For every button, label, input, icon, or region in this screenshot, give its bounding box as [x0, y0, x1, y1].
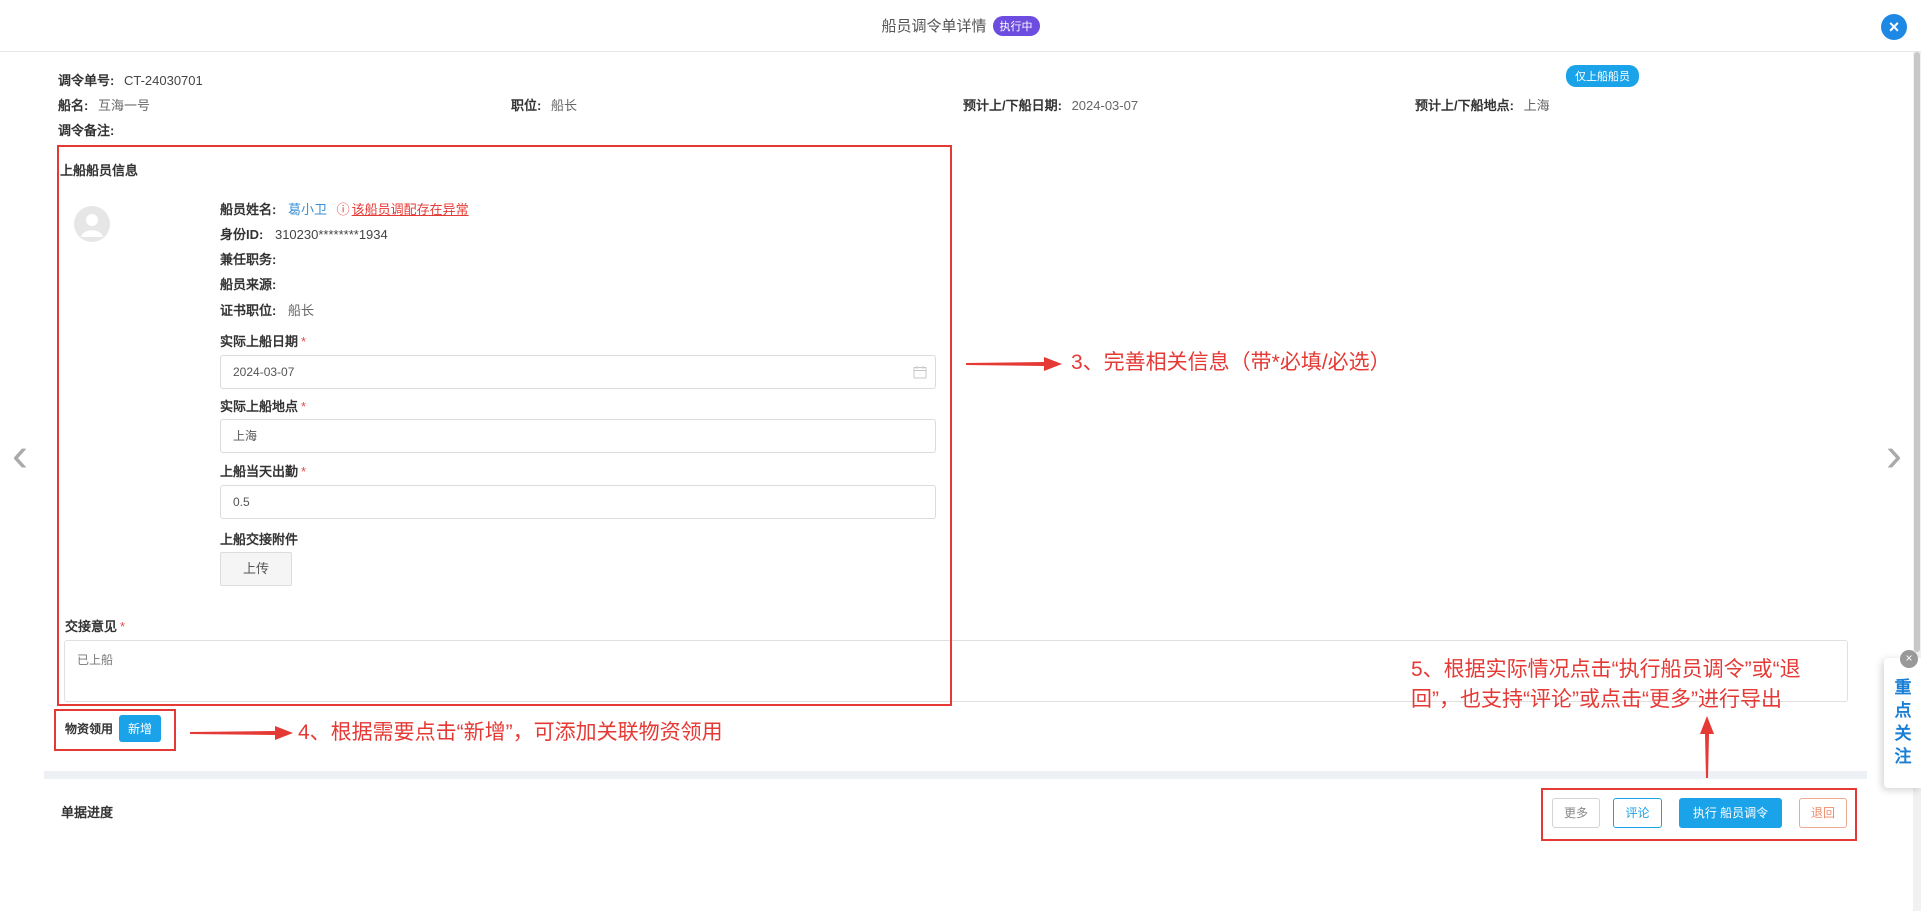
position: 职位: 船长: [511, 95, 577, 114]
focus-close-icon[interactable]: ×: [1900, 650, 1918, 668]
ship-value: 互海一号: [97, 98, 150, 113]
progress-label: 单据进度: [61, 805, 114, 820]
planned-place: 预计上/下船地点: 上海: [1415, 95, 1550, 114]
arrow-right-icon: [190, 726, 293, 740]
close-icon: ×: [1888, 17, 1900, 37]
ship-name: 船名: 互海一号: [58, 95, 150, 114]
planned-date: 预计上/下船日期: 2024-03-07: [963, 95, 1138, 114]
page-title: 船员调令单详情 执行中: [0, 15, 1921, 36]
arrow-up-icon: [1700, 716, 1714, 778]
order-no-value: CT-24030701: [123, 73, 203, 88]
annotation-step3: 3、完善相关信息（带*必填/必选）: [1071, 351, 1391, 374]
focus-char: 注: [1894, 747, 1912, 766]
position-value: 船长: [550, 98, 577, 113]
status-badge: 执行中: [992, 16, 1040, 36]
focus-char: 关: [1894, 724, 1912, 743]
next-arrow-icon[interactable]: ›: [1886, 432, 1902, 480]
position-label: 职位:: [511, 98, 542, 113]
focus-tab[interactable]: 重 点 关 注: [1884, 658, 1921, 788]
section-divider: [44, 771, 1867, 779]
header-bar: 船员调令单详情 执行中 ×: [0, 0, 1921, 52]
planned-date-label: 预计上/下船日期:: [963, 98, 1062, 113]
annotation-step5-line2: 回”，也支持“评论”或点击“更多”进行导出: [1411, 688, 1782, 711]
annotation-box-form: [57, 145, 952, 706]
planned-date-value: 2024-03-07: [1071, 98, 1139, 113]
order-no: 调令单号: CT-24030701: [58, 70, 203, 89]
title-text: 船员调令单详情: [881, 18, 987, 35]
planned-place-label: 预计上/下船地点:: [1415, 98, 1514, 113]
annotation-step4: 4、根据需要点击“新增”，可添加关联物资领用: [298, 721, 723, 744]
order-no-label: 调令单号:: [58, 73, 115, 88]
annotation-box-actions: [1541, 788, 1857, 841]
focus-char: 重: [1894, 678, 1912, 697]
crew-type-tag: 仅上船船员: [1566, 65, 1639, 87]
prev-arrow-icon[interactable]: ‹: [12, 432, 28, 480]
focus-tab-label: 重 点 关 注: [1893, 676, 1913, 768]
ship-label: 船名:: [58, 98, 89, 113]
scrollbar-thumb[interactable]: [1914, 52, 1920, 652]
planned-place-value: 上海: [1523, 98, 1550, 113]
close-button[interactable]: ×: [1881, 14, 1907, 40]
focus-char: 点: [1894, 701, 1912, 720]
arrow-right-icon: [966, 357, 1062, 371]
annotation-box-materials: [54, 709, 176, 751]
remark-label: 调令备注:: [58, 123, 115, 138]
annotation-step5-line1: 5、根据实际情况点击“执行船员调令”或“退: [1411, 658, 1801, 681]
